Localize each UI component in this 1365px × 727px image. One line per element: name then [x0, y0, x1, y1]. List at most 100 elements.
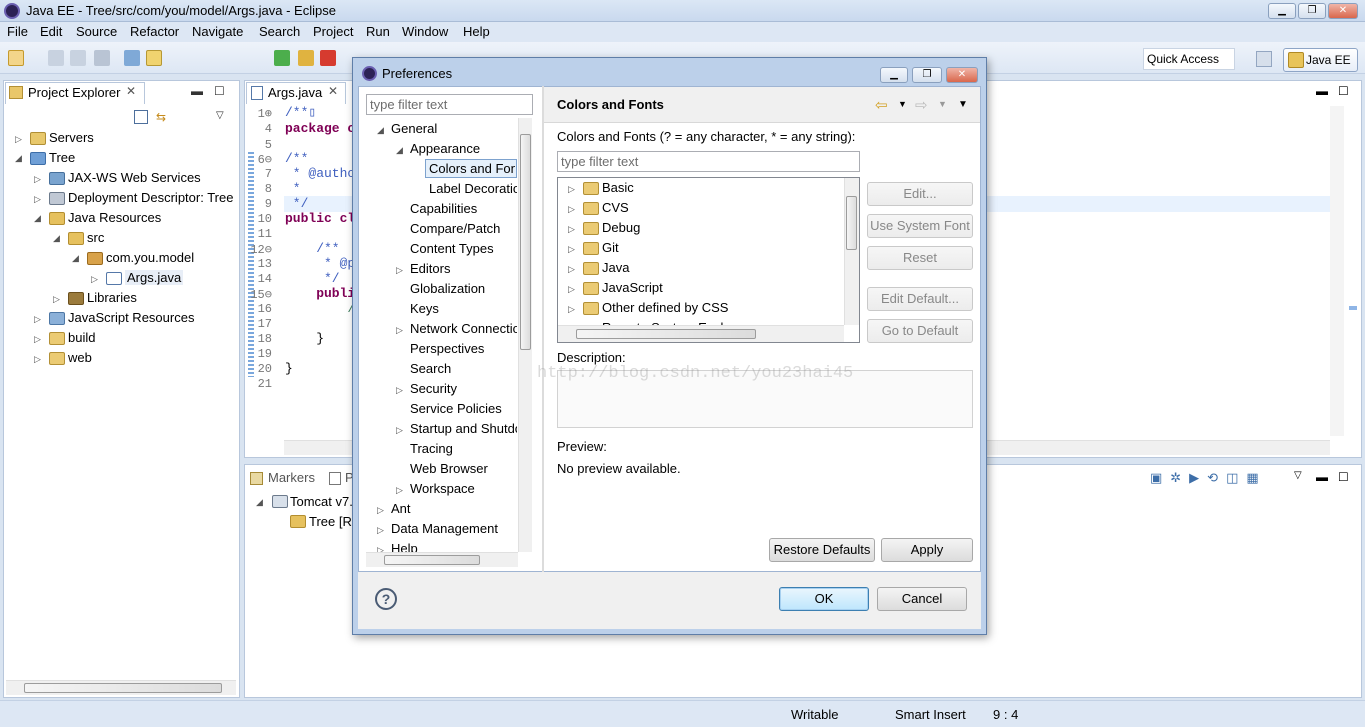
ok-button[interactable]: OK: [779, 587, 869, 611]
expand-arrow[interactable]: ▷: [568, 304, 575, 315]
reset-button[interactable]: Reset: [867, 246, 973, 270]
expand-arrow[interactable]: ▷: [396, 385, 403, 396]
expand-arrow[interactable]: ▷: [34, 334, 41, 345]
pref-tree-horizontal-scrollbar[interactable]: [366, 552, 518, 567]
pane-divider[interactable]: [542, 86, 544, 572]
tree-item-build[interactable]: build: [68, 330, 95, 345]
server-row[interactable]: Tomcat v7.: [290, 494, 353, 509]
view-menu-icon[interactable]: ▽: [1294, 470, 1302, 481]
expand-arrow[interactable]: ▷: [568, 184, 575, 195]
expand-arrow[interactable]: ▷: [53, 294, 60, 305]
help-icon[interactable]: ?: [375, 588, 397, 610]
pref-tree-data-management[interactable]: Data Management: [391, 521, 498, 536]
pref-tree-editors[interactable]: Editors: [410, 261, 450, 276]
expand-arrow[interactable]: ▷: [15, 134, 22, 145]
tree-item-jaxws[interactable]: JAX-WS Web Services: [68, 170, 201, 185]
terminate-icon[interactable]: [320, 50, 336, 66]
pref-tree-compare-patch[interactable]: Compare/Patch: [410, 221, 500, 236]
pref-tree-startup-shutdown[interactable]: Startup and Shutdown: [410, 421, 517, 436]
restore-defaults-button[interactable]: Restore Defaults: [769, 538, 875, 562]
colors-tree-horizontal-scrollbar[interactable]: [558, 325, 844, 342]
apply-button[interactable]: Apply: [881, 538, 973, 562]
tree-item-args-java[interactable]: Args.java: [125, 270, 184, 285]
collapse-arrow[interactable]: ◢: [34, 213, 41, 224]
editor-maximize-icon[interactable]: ☐: [1338, 84, 1349, 98]
suspend-icon[interactable]: [298, 50, 314, 66]
pref-tree-label-decorations[interactable]: Label Decorations: [429, 181, 517, 196]
open-perspective-icon[interactable]: [1256, 51, 1272, 67]
pref-tree-keys[interactable]: Keys: [410, 301, 439, 316]
edit-default-button[interactable]: Edit Default...: [867, 287, 973, 311]
go-to-default-button[interactable]: Go to Default: [867, 319, 973, 343]
expand-arrow[interactable]: ▷: [396, 325, 403, 336]
dialog-minimize-button[interactable]: ▁: [880, 67, 908, 83]
collapse-arrow[interactable]: ◢: [15, 153, 22, 164]
collapse-arrow[interactable]: ◢: [377, 125, 384, 136]
server-module-row[interactable]: Tree [R: [309, 514, 352, 529]
server-toolbar-icons[interactable]: ▣✲▶⟲◫▦: [1150, 470, 1280, 486]
tree-item-tree[interactable]: Tree: [49, 150, 75, 165]
expand-arrow[interactable]: ▷: [568, 264, 575, 275]
pref-tree-workspace[interactable]: Workspace: [410, 481, 475, 496]
back-dropdown-icon[interactable]: ▼: [898, 99, 907, 109]
markers-tab[interactable]: Markers: [268, 470, 315, 485]
use-system-font-button[interactable]: Use System Font: [867, 214, 973, 238]
scrollbar-thumb[interactable]: [384, 555, 480, 565]
minimize-button[interactable]: ▁: [1268, 3, 1296, 19]
expand-arrow[interactable]: ▷: [396, 485, 403, 496]
back-icon[interactable]: ⇦: [875, 96, 888, 114]
collapse-arrow[interactable]: ◢: [72, 253, 79, 264]
code-line[interactable]: */: [285, 271, 340, 286]
pref-tree-service-policies[interactable]: Service Policies: [410, 401, 502, 416]
pref-tree-perspectives[interactable]: Perspectives: [410, 341, 484, 356]
scrollbar-thumb[interactable]: [520, 134, 531, 350]
minimize-view-icon[interactable]: ▬: [191, 84, 203, 98]
expand-arrow[interactable]: ▷: [377, 525, 384, 536]
minimize-view-icon[interactable]: ▬: [1316, 470, 1328, 484]
code-line[interactable]: *: [285, 181, 301, 196]
scrollbar-thumb[interactable]: [576, 329, 756, 339]
colors-category-basic[interactable]: Basic: [602, 180, 634, 195]
expand-arrow[interactable]: ▷: [396, 265, 403, 276]
editor-minimize-icon[interactable]: ▬: [1316, 84, 1328, 98]
menu-edit[interactable]: Edit: [40, 24, 62, 39]
tree-item-com-you-model[interactable]: com.you.model: [106, 250, 194, 265]
code-line[interactable]: }: [285, 361, 293, 376]
colors-filter-input[interactable]: type filter text: [557, 151, 860, 172]
tree-item-java-resources[interactable]: Java Resources: [68, 210, 161, 225]
pref-tree-security[interactable]: Security: [410, 381, 457, 396]
menu-search[interactable]: Search: [259, 24, 300, 39]
pref-tree-tracing[interactable]: Tracing: [410, 441, 453, 456]
expand-arrow[interactable]: ▷: [377, 505, 384, 516]
menu-window[interactable]: Window: [402, 24, 448, 39]
view-menu-icon[interactable]: ▽: [216, 110, 224, 121]
pref-tree-capabilities[interactable]: Capabilities: [410, 201, 477, 216]
save-icon[interactable]: [48, 50, 64, 66]
expand-arrow[interactable]: ▷: [91, 274, 98, 285]
code-line[interactable]: /**: [285, 241, 339, 256]
tree-item-web[interactable]: web: [68, 350, 92, 365]
scrollbar-thumb[interactable]: [24, 683, 222, 693]
close-tab-icon[interactable]: ✕: [126, 84, 136, 98]
menu-refactor[interactable]: Refactor: [130, 24, 179, 39]
maximize-view-icon[interactable]: ☐: [214, 84, 225, 98]
scrollbar-thumb[interactable]: [846, 196, 857, 250]
colors-category-debug[interactable]: Debug: [602, 220, 640, 235]
dialog-maximize-button[interactable]: ❐: [912, 67, 942, 83]
highlight-icon[interactable]: [146, 50, 162, 66]
menu-run[interactable]: Run: [366, 24, 390, 39]
expand-arrow[interactable]: ▷: [34, 174, 41, 185]
close-button[interactable]: ✕: [1328, 3, 1358, 19]
expand-arrow[interactable]: ▷: [34, 354, 41, 365]
save-all-icon[interactable]: [70, 50, 86, 66]
tree-item-javascript-resources[interactable]: JavaScript Resources: [68, 310, 194, 325]
code-line[interactable]: /**▯: [285, 105, 316, 120]
pref-tree-network-connections[interactable]: Network Connections: [410, 321, 517, 336]
colors-category-cvs[interactable]: CVS: [602, 200, 629, 215]
colors-category-javascript[interactable]: JavaScript: [602, 280, 663, 295]
code-line[interactable]: publi: [285, 286, 355, 301]
collapse-arrow[interactable]: ◢: [256, 497, 263, 508]
colors-category-other-css[interactable]: Other defined by CSS: [602, 300, 728, 315]
restore-button[interactable]: ❐: [1298, 3, 1326, 19]
expand-arrow[interactable]: ▷: [34, 314, 41, 325]
